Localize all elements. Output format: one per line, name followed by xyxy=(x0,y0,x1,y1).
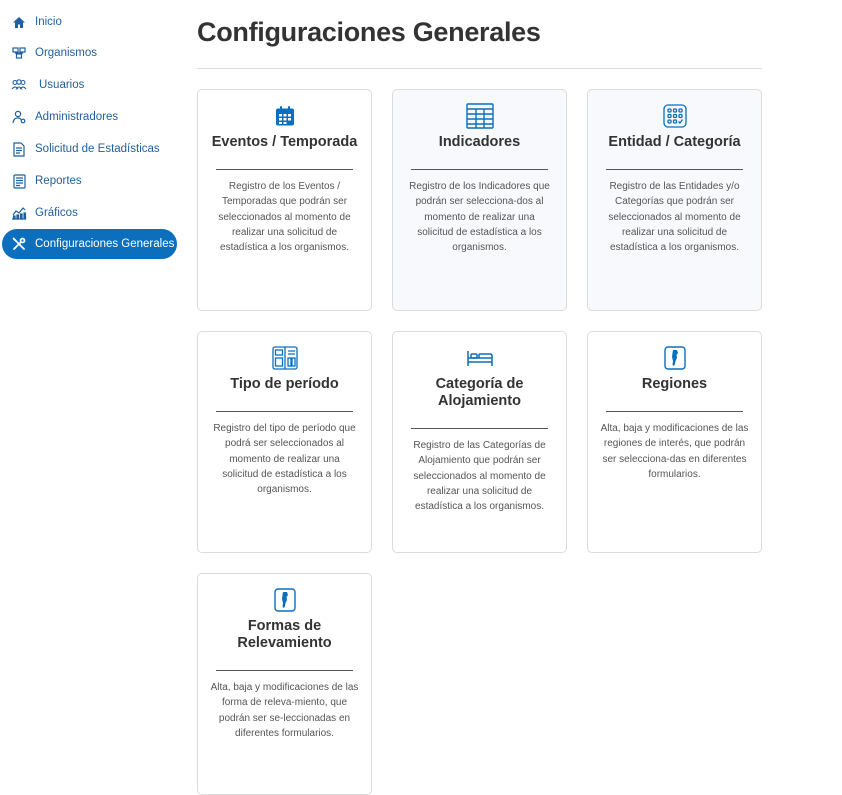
request-document-icon xyxy=(11,141,27,157)
card-divider xyxy=(411,169,548,170)
card-divider xyxy=(606,411,743,412)
users-icon xyxy=(11,77,27,93)
card-entidad-categoria[interactable]: Entidad / Categoría Registro de las Enti… xyxy=(587,89,762,311)
card-tipo-periodo[interactable]: Tipo de período Registro del tipo de per… xyxy=(197,331,372,553)
grid-category-icon xyxy=(588,103,761,129)
sidebar-item-label: Solicitud de Estadísticas xyxy=(35,143,160,155)
card-title: Tipo de período xyxy=(230,376,339,392)
card-title: Entidad / Categoría xyxy=(608,134,741,150)
sidebar-item-label: Inicio xyxy=(35,16,62,28)
sidebar-item-graficos[interactable]: Gráficos xyxy=(2,198,177,228)
title-divider xyxy=(197,68,762,69)
card-formas-relevamiento[interactable]: Formas de Relevamiento Alta, baja y modi… xyxy=(197,573,372,795)
sidebar-item-organismos[interactable]: Organismos xyxy=(2,38,177,68)
card-description: Alta, baja y modificaciones de las forma… xyxy=(210,682,359,739)
table-icon xyxy=(393,103,566,129)
bed-icon xyxy=(393,345,566,371)
card-description: Registro de las Categorías de Alojamient… xyxy=(413,440,546,513)
sidebar-item-label: Configuraciones Generales xyxy=(35,238,175,250)
calendar-icon xyxy=(198,103,371,129)
sidebar-item-label: Administradores xyxy=(35,111,119,123)
tools-icon xyxy=(11,236,27,252)
card-divider xyxy=(606,169,743,170)
organizations-icon xyxy=(11,45,27,61)
card-title: Formas de Relevamiento xyxy=(237,618,332,651)
card-divider xyxy=(216,169,353,170)
sidebar-item-configuraciones[interactable]: Configuraciones Generales xyxy=(2,229,177,259)
sidebar-item-solicitud[interactable]: Solicitud de Estadísticas xyxy=(2,134,177,164)
card-eventos-temporada[interactable]: Eventos / Temporada Registro de los Even… xyxy=(197,89,372,311)
map-argentina-icon xyxy=(198,587,371,613)
home-icon xyxy=(11,14,27,30)
card-indicadores[interactable]: Indicadores Registro de los Indicadores … xyxy=(392,89,567,311)
card-divider xyxy=(216,670,353,671)
sidebar-item-label: Usuarios xyxy=(39,79,85,91)
card-title: Eventos / Temporada xyxy=(211,134,358,150)
card-regiones[interactable]: Regiones Alta, baja y modificaciones de … xyxy=(587,331,762,553)
sidebar-item-inicio[interactable]: Inicio xyxy=(2,7,177,37)
card-title: Indicadores xyxy=(438,134,521,150)
card-categoria-alojamiento[interactable]: Categoría de Alojamiento Registro de las… xyxy=(392,331,567,553)
card-divider xyxy=(216,411,353,412)
report-icon xyxy=(11,173,27,189)
card-divider xyxy=(411,428,548,429)
card-description: Registro de las Entidades y/o Categorías… xyxy=(608,181,741,254)
period-icon xyxy=(198,345,371,371)
sidebar-item-usuarios[interactable]: Usuarios xyxy=(2,70,177,100)
sidebar-item-reportes[interactable]: Reportes xyxy=(2,166,177,196)
chart-icon xyxy=(11,205,27,221)
page-title: Configuraciones Generales xyxy=(197,17,541,47)
card-description: Registro de los Indicadores que podrán s… xyxy=(409,181,550,254)
card-description: Registro del tipo de período que podrá s… xyxy=(213,423,356,496)
admin-icon xyxy=(11,109,27,125)
card-description: Registro de los Eventos / Temporadas que… xyxy=(218,181,351,254)
sidebar-item-label: Reportes xyxy=(35,175,82,187)
card-title: Regiones xyxy=(641,376,708,392)
sidebar-item-label: Gráficos xyxy=(35,207,78,219)
map-argentina-icon xyxy=(588,345,761,371)
card-title: Categoría de Alojamiento xyxy=(435,376,524,409)
sidebar-item-label: Organismos xyxy=(35,47,97,59)
card-description: Alta, baja y modificaciones de las regio… xyxy=(600,423,749,480)
sidebar-item-administradores[interactable]: Administradores xyxy=(2,102,177,132)
